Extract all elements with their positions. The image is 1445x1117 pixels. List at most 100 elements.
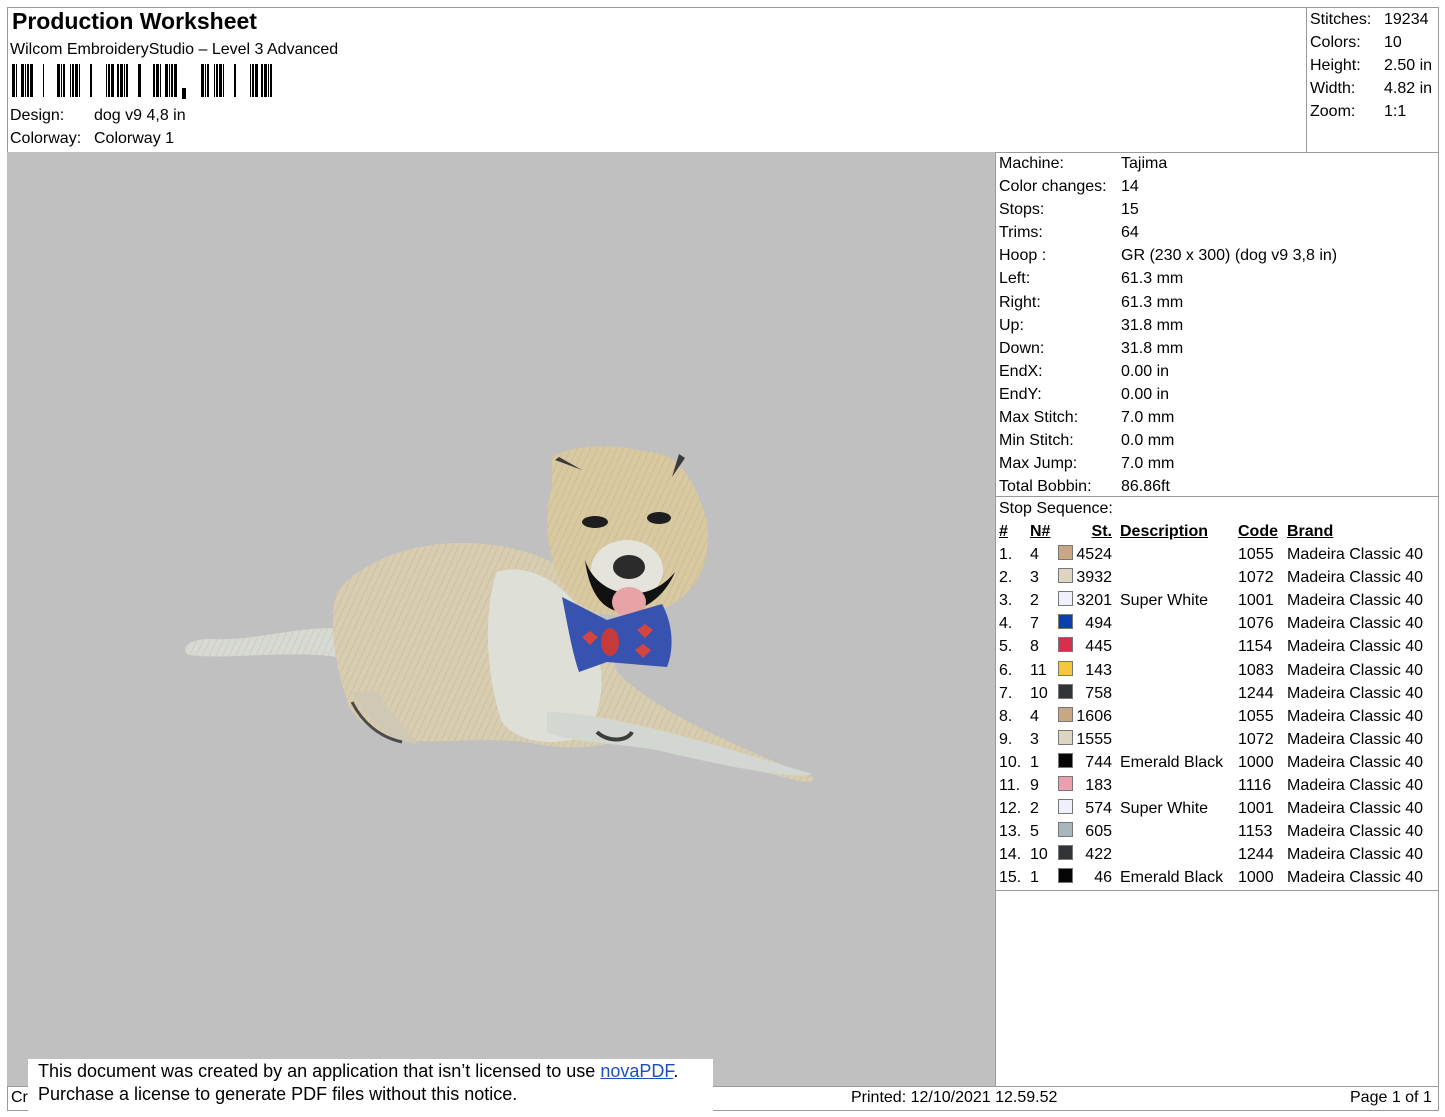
row-swatch: [1056, 682, 1076, 705]
row-stitches: 46: [1094, 869, 1112, 887]
info-value: 7.0 mm: [1121, 455, 1175, 473]
stat-label: Zoom:: [1310, 103, 1356, 120]
info-row: Max Jump: 7.0 mm: [999, 452, 1337, 475]
stat-value: 2.50 in: [1384, 57, 1433, 74]
table-row: 4. 7 494 1076 Madeira Classic 40: [999, 612, 1435, 635]
row-swatch: [1056, 751, 1076, 774]
info-row: Machine: Tajima: [999, 152, 1337, 175]
stat-label: Stitches:: [1310, 11, 1372, 28]
canvas-panel-divider: [995, 152, 996, 1086]
row-swatch: [1056, 774, 1076, 797]
novapdf-link[interactable]: novaPDF: [600, 1061, 673, 1081]
color-swatch: [1058, 568, 1073, 584]
row-description: [1120, 774, 1238, 797]
info-label: Left:: [999, 270, 1031, 288]
stat-value: 19234: [1384, 11, 1429, 28]
row-needle: 9: [1030, 777, 1039, 795]
info-value: 61.3 mm: [1121, 270, 1184, 288]
row-index: 2.: [999, 569, 1013, 587]
design-value: dog v9 4,8 in: [94, 107, 186, 124]
software-name: Wilcom EmbroideryStudio – Level 3 Advanc…: [10, 41, 339, 58]
stop-sequence: Stop Sequence: # N# St. Description Code…: [999, 498, 1435, 890]
info-row: Trims: 64: [999, 221, 1337, 244]
row-description: [1120, 682, 1238, 705]
col-header-needle: N#: [1030, 523, 1051, 540]
row-index: 7.: [999, 684, 1013, 702]
info-label: Max Jump:: [999, 455, 1078, 473]
color-swatch: [1058, 799, 1073, 815]
row-code: 1000: [1238, 753, 1274, 771]
row-code: 1154: [1238, 638, 1273, 656]
notice-punct: .: [673, 1061, 679, 1081]
color-swatch: [1058, 614, 1073, 630]
header-stats-divider: [1306, 7, 1307, 152]
row-swatch: [1056, 635, 1076, 658]
page-number: Page 1 of 1: [1350, 1089, 1432, 1106]
row-brand: Madeira Classic 40: [1287, 615, 1424, 633]
row-swatch: [1056, 543, 1076, 566]
row-stitches: 494: [1085, 615, 1112, 633]
row-needle: 3: [1030, 730, 1039, 748]
info-value: 14: [1121, 178, 1139, 196]
row-index: 11.: [999, 777, 1021, 795]
info-label: Machine:: [999, 155, 1064, 172]
info-value: GR (230 x 300) (dog v9 3,8 in): [1121, 247, 1338, 265]
colorway-value: Colorway 1: [94, 130, 175, 147]
color-swatch: [1058, 752, 1073, 768]
info-label: EndY:: [999, 385, 1042, 403]
col-header-brand: Brand: [1287, 523, 1334, 540]
info-label: Min Stitch:: [999, 432, 1074, 450]
row-stitches: 3201: [1076, 592, 1112, 610]
row-brand: Madeira Classic 40: [1287, 800, 1424, 818]
row-brand: Madeira Classic 40: [1287, 546, 1424, 564]
row-index: 13.: [999, 823, 1022, 841]
info-value: 86.86ft: [1121, 478, 1170, 496]
info-row: Total Bobbin: 86.86ft: [999, 475, 1337, 498]
row-stitches: 1606: [1076, 707, 1112, 725]
color-swatch: [1058, 545, 1073, 561]
notice-line-1: This document was created by an applicat…: [38, 1060, 713, 1083]
col-header-description: Description: [1120, 523, 1209, 540]
design-label: Design:: [10, 107, 65, 124]
row-index: 5.: [999, 638, 1013, 656]
row-needle: 2: [1030, 592, 1039, 610]
row-code: 1153: [1238, 823, 1273, 841]
row-index: 6.: [999, 661, 1013, 679]
info-row: Down: 31.8 mm: [999, 337, 1337, 360]
info-value: 0.00 in: [1121, 385, 1170, 403]
col-header-stitches: St.: [1091, 523, 1112, 540]
row-index: 8.: [999, 707, 1013, 725]
row-index: 4.: [999, 615, 1013, 633]
table-row: 3. 2 3201 Super White 1001 Madeira Classic 40: [999, 589, 1435, 612]
row-swatch: [1056, 797, 1076, 820]
col-header-swatch: [1056, 520, 1076, 543]
info-label: EndX:: [999, 362, 1043, 380]
design-canvas: [7, 152, 995, 1086]
row-index: 15.: [999, 869, 1022, 887]
stop-sequence-rows: 1. 4 4524 1055 Madeira Classic 40 2. 3 3932 1072…: [999, 543, 1435, 889]
info-row: EndX: 0.00 in: [999, 360, 1337, 383]
row-swatch: [1056, 820, 1076, 843]
info-row: Up: 31.8 mm: [999, 314, 1337, 337]
info-label: Stops:: [999, 201, 1045, 219]
row-code: 1055: [1238, 546, 1274, 564]
row-stitches: 744: [1085, 753, 1112, 771]
row-code: 1083: [1238, 661, 1274, 679]
row-description: Emerald Black: [1120, 869, 1224, 887]
info-label: Up:: [999, 316, 1024, 334]
row-brand: Madeira Classic 40: [1287, 846, 1424, 864]
row-code: 1001: [1238, 592, 1274, 610]
row-code: 1000: [1238, 869, 1274, 887]
row-brand: Madeira Classic 40: [1287, 638, 1424, 656]
row-swatch: [1056, 728, 1076, 751]
info-label: Down:: [999, 339, 1045, 357]
row-swatch: [1056, 612, 1076, 635]
info-value: 0.00 in: [1121, 362, 1170, 380]
color-swatch: [1058, 637, 1073, 653]
row-swatch: [1056, 659, 1076, 682]
row-description: [1120, 728, 1238, 751]
stat-label: Colors:: [1310, 34, 1361, 51]
table-row: 15. 1 46 Emerald Black 1000 Madeira Classic 4…: [999, 866, 1435, 889]
table-row: 8. 4 1606 1055 Madeira Classic 40: [999, 705, 1435, 728]
row-code: 1072: [1238, 730, 1274, 748]
